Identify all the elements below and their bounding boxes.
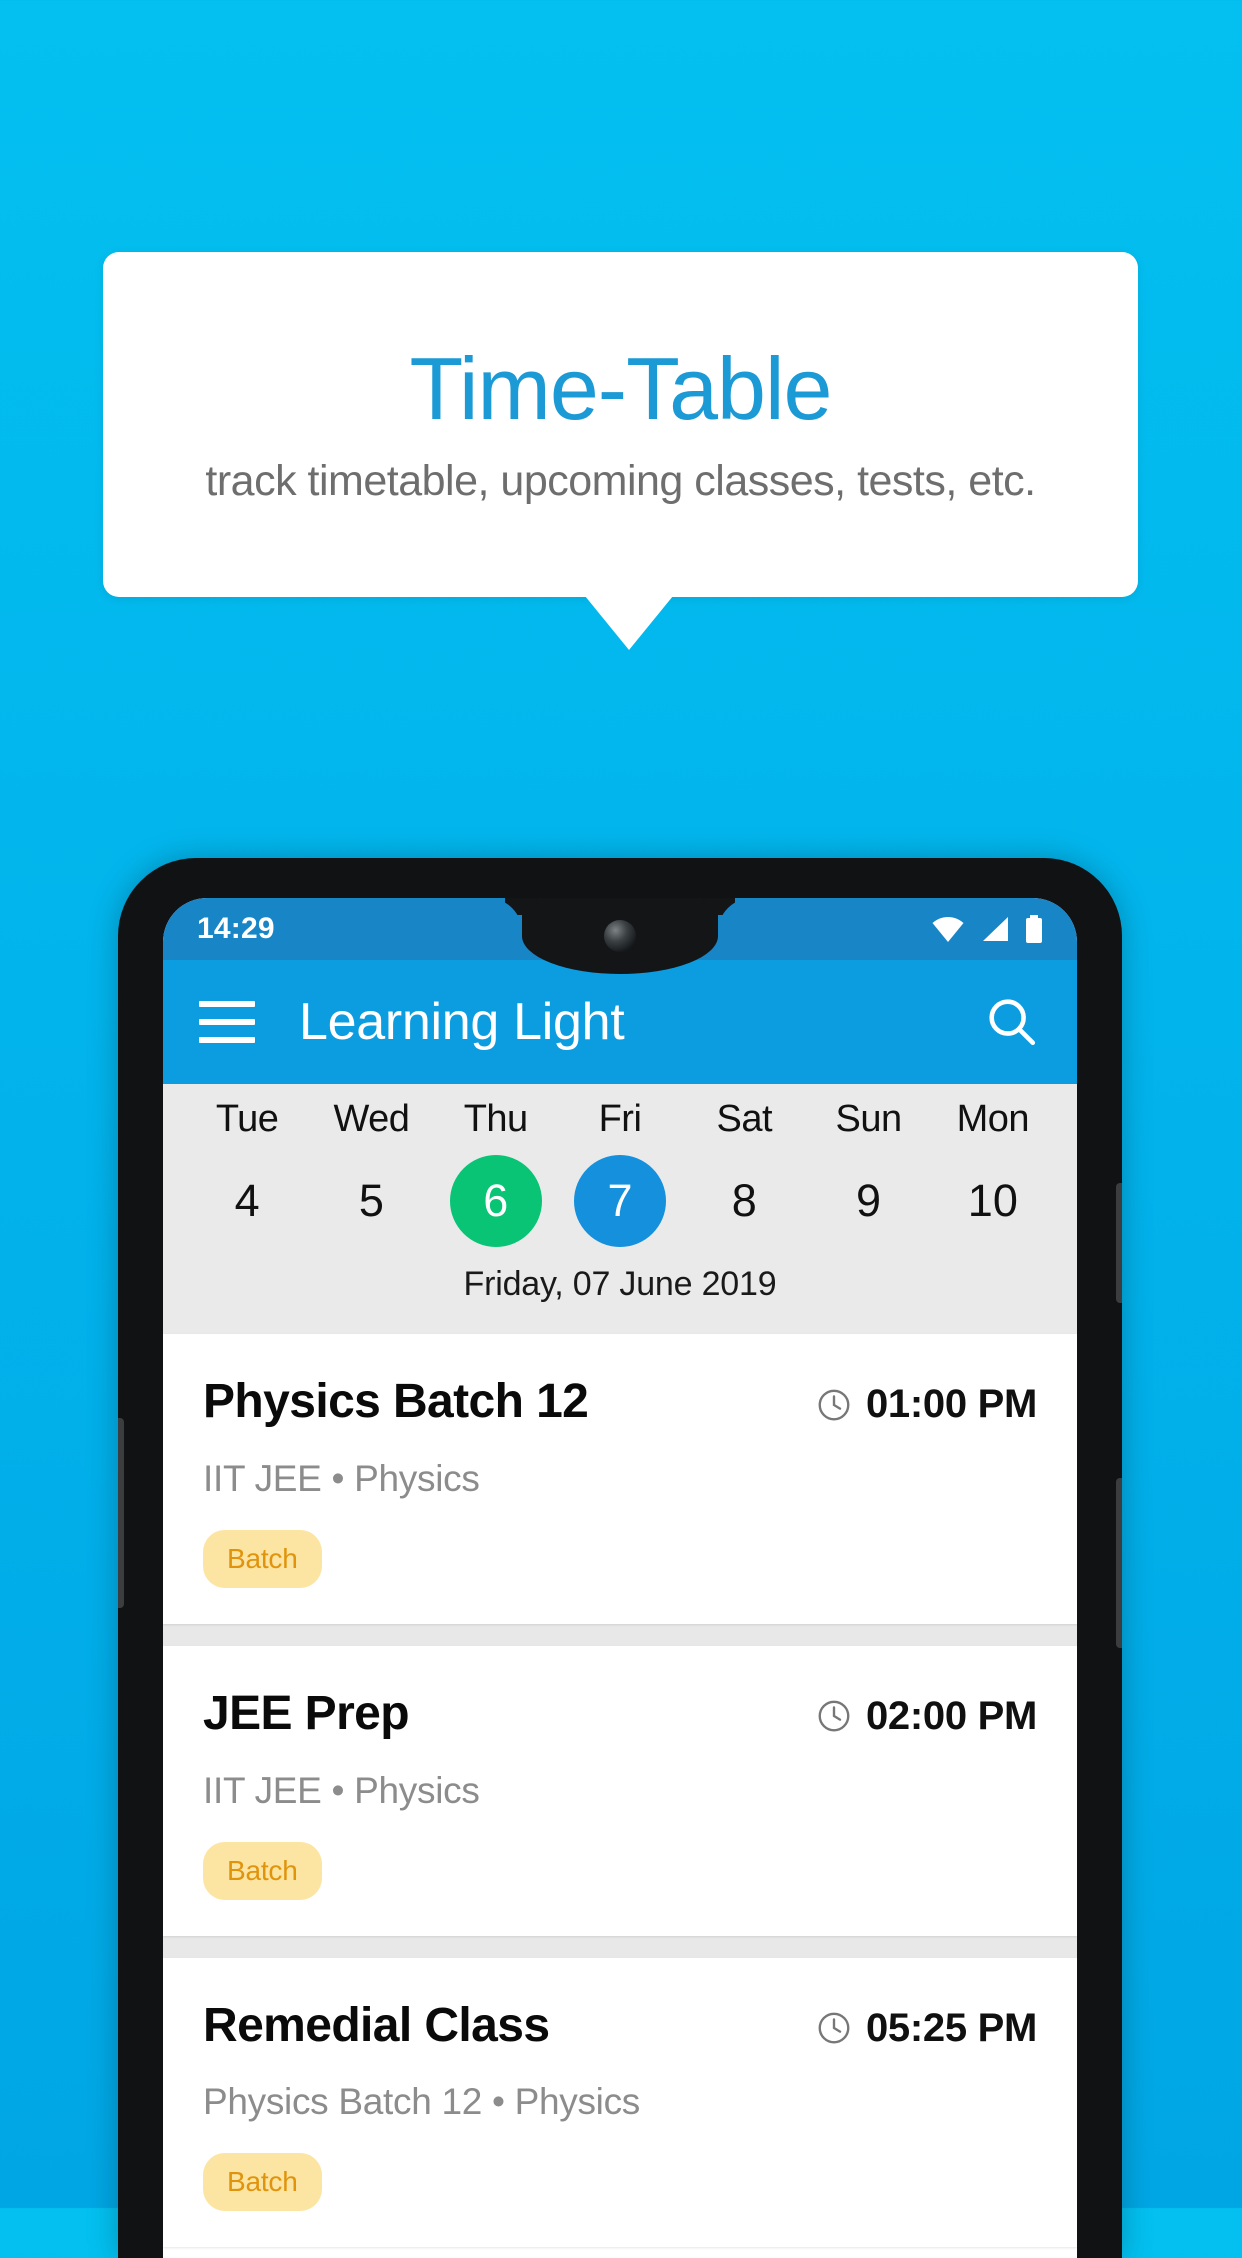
day-number-today: 6	[449, 1155, 542, 1247]
class-subtitle: IIT JEE • Physics	[203, 1457, 480, 1499]
class-subtitle: IIT JEE • Physics	[203, 1769, 480, 1811]
hamburger-menu-icon[interactable]	[199, 1001, 255, 1043]
page-title: Time-Table	[409, 338, 833, 438]
day-row: Tue 4 Wed 5 Thu 6 Fri 7 Sat 8 Sun 9 Mon …	[163, 1098, 1077, 1247]
day-cell-thu[interactable]: Thu 6	[434, 1098, 558, 1247]
callout-tail	[585, 596, 673, 650]
class-subtitle: Physics Batch 12 • Physics	[203, 2081, 640, 2123]
class-time-group: 01:00 PM	[815, 1376, 1037, 1427]
promo-callout-card: Time-Table track timetable, upcoming cla…	[103, 252, 1138, 597]
day-name: Sun	[835, 1098, 902, 1140]
assistant-button[interactable]	[118, 1418, 124, 1608]
day-cell-sat[interactable]: Sat 8	[682, 1098, 806, 1247]
page-subtitle: track timetable, upcoming classes, tests…	[205, 457, 1036, 506]
day-number: 5	[358, 1175, 384, 1226]
day-name: Mon	[956, 1098, 1030, 1140]
class-time: 05:25 PM	[865, 2005, 1037, 2050]
day-number: 10	[967, 1175, 1018, 1226]
day-number: 9	[856, 1175, 882, 1226]
day-cell-wed[interactable]: Wed 5	[309, 1098, 433, 1247]
class-card-header: Physics Batch 12 01:00 PM	[203, 1376, 1037, 1428]
day-cell-sun[interactable]: Sun 9	[806, 1098, 930, 1247]
day-name: Tue	[215, 1098, 279, 1140]
day-cell-mon[interactable]: Mon 10	[931, 1098, 1055, 1247]
app-bar: Learning Light	[163, 960, 1077, 1084]
day-cell-tue[interactable]: Tue 4	[185, 1098, 309, 1247]
day-number: 8	[731, 1175, 757, 1226]
clock-icon	[818, 1389, 850, 1420]
day-name: Fri	[598, 1098, 642, 1140]
class-card[interactable]: JEE Prep 02:00 PM IIT JEE • Physics Batc…	[163, 1645, 1077, 1936]
status-icon-group	[931, 915, 1043, 943]
front-camera-icon	[604, 920, 636, 952]
clock-icon	[818, 2012, 850, 2044]
class-card-header: JEE Prep 02:00 PM	[203, 1686, 1037, 1740]
power-button[interactable]	[1116, 1183, 1122, 1303]
app-title: Learning Light	[299, 993, 625, 1051]
class-type-badge: Batch	[203, 2153, 322, 2212]
status-clock: 14:29	[197, 912, 275, 945]
class-time: 02:00 PM	[865, 1693, 1037, 1738]
class-title: JEE Prep	[203, 1686, 410, 1740]
phone-mockup: 14:29 Learning Light Tue 4 Wed 5 Thu 6 F…	[118, 858, 1122, 2258]
class-time-group: 05:25 PM	[815, 2000, 1037, 2051]
phone-screen: 14:29 Learning Light Tue 4 Wed 5 Thu 6 F…	[163, 898, 1077, 2258]
day-number-selected: 7	[573, 1155, 666, 1247]
volume-button[interactable]	[1116, 1478, 1122, 1648]
day-name: Wed	[333, 1098, 410, 1140]
day-name: Sat	[716, 1098, 773, 1140]
battery-icon	[1026, 915, 1042, 943]
class-card[interactable]: Physics Batch 12 01:00 PM IIT JEE • Phys…	[163, 1334, 1077, 1624]
clock-icon	[818, 1700, 850, 1732]
signal-icon	[983, 917, 1008, 941]
class-list[interactable]: Physics Batch 12 01:00 PM IIT JEE • Phys…	[163, 1334, 1077, 2248]
class-type-badge: Batch	[203, 1529, 322, 1588]
day-number: 4	[234, 1175, 260, 1226]
class-type-badge: Batch	[203, 1841, 322, 1900]
search-icon[interactable]	[983, 993, 1041, 1051]
class-title: Physics Batch 12	[203, 1375, 589, 1428]
day-name: Thu	[463, 1098, 528, 1140]
class-time-group: 02:00 PM	[815, 1688, 1037, 1739]
selected-date-label: Friday, 07 June 2019	[463, 1265, 777, 1303]
class-card[interactable]: Remedial Class 05:25 PM Physics Batch 12…	[163, 1957, 1077, 2248]
class-time: 01:00 PM	[865, 1382, 1037, 1426]
class-card-header: Remedial Class 05:25 PM	[203, 1998, 1037, 2052]
class-title: Remedial Class	[203, 1998, 550, 2052]
wifi-icon	[932, 917, 964, 942]
date-strip: Tue 4 Wed 5 Thu 6 Fri 7 Sat 8 Sun 9 Mon …	[163, 1084, 1077, 1334]
day-cell-fri[interactable]: Fri 7	[558, 1098, 682, 1247]
